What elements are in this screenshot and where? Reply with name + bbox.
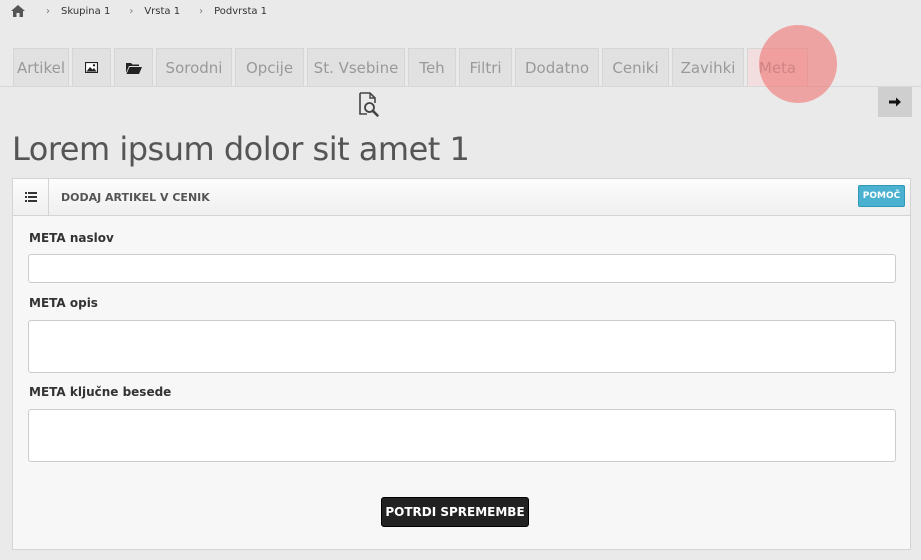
list-icon (13, 178, 49, 216)
tab-meta[interactable]: Meta (747, 48, 808, 86)
meta-description-input[interactable] (28, 320, 896, 373)
confirm-changes-button[interactable]: POTRDI SPREMEMBE (381, 497, 529, 527)
tab-artikel[interactable]: Artikel (13, 48, 69, 86)
next-arrow-button[interactable] (878, 87, 912, 117)
tab-bar-divider (0, 86, 921, 87)
breadcrumb-item-skupina[interactable]: Skupina 1 (61, 6, 110, 17)
tab-sorodni[interactable]: Sorodni (156, 48, 232, 86)
meta-keywords-label: META ključne besede (29, 385, 172, 399)
panel-title: DODAJ ARTIKEL V CENIK (61, 190, 210, 204)
tab-bar: Artikel Sorodni Opcije St. Vsebine Teh F… (13, 48, 808, 86)
tab-filtri[interactable]: Filtri (459, 48, 512, 86)
tab-teh[interactable]: Teh (408, 48, 456, 86)
meta-panel: DODAJ ARTIKEL V CENIK POMOČ META naslov … (12, 178, 911, 550)
breadcrumb-item-podvrsta[interactable]: Podvrsta 1 (214, 6, 267, 17)
breadcrumb: › Skupina 1 › Vrsta 1 › Podvrsta 1 (11, 3, 267, 19)
tab-opcije[interactable]: Opcije (235, 48, 304, 86)
folder-open-icon (125, 62, 142, 74)
chevron-right-icon: › (199, 5, 204, 17)
tab-zavihki[interactable]: Zavihki (672, 48, 744, 86)
home-icon[interactable] (11, 5, 25, 17)
page-title: Lorem ipsum dolor sit amet 1 (12, 130, 470, 168)
tab-image[interactable] (72, 48, 111, 86)
tab-dodatno[interactable]: Dodatno (515, 48, 599, 86)
image-icon (85, 62, 98, 73)
meta-title-label: META naslov (29, 231, 114, 245)
tab-st-vsebine[interactable]: St. Vsebine (307, 48, 405, 86)
panel-header: DODAJ ARTIKEL V CENIK POMOČ (13, 178, 910, 216)
document-search-icon[interactable] (358, 92, 380, 118)
help-button[interactable]: POMOČ (858, 185, 905, 207)
meta-title-input[interactable] (28, 254, 896, 283)
chevron-right-icon: › (129, 5, 134, 17)
breadcrumb-item-vrsta[interactable]: Vrsta 1 (144, 6, 180, 17)
tab-ceniki[interactable]: Ceniki (602, 48, 669, 86)
meta-keywords-input[interactable] (28, 409, 896, 462)
tab-folder[interactable] (114, 48, 153, 86)
meta-description-label: META opis (29, 296, 98, 310)
arrow-right-icon (889, 97, 901, 107)
chevron-right-icon: › (46, 5, 50, 17)
